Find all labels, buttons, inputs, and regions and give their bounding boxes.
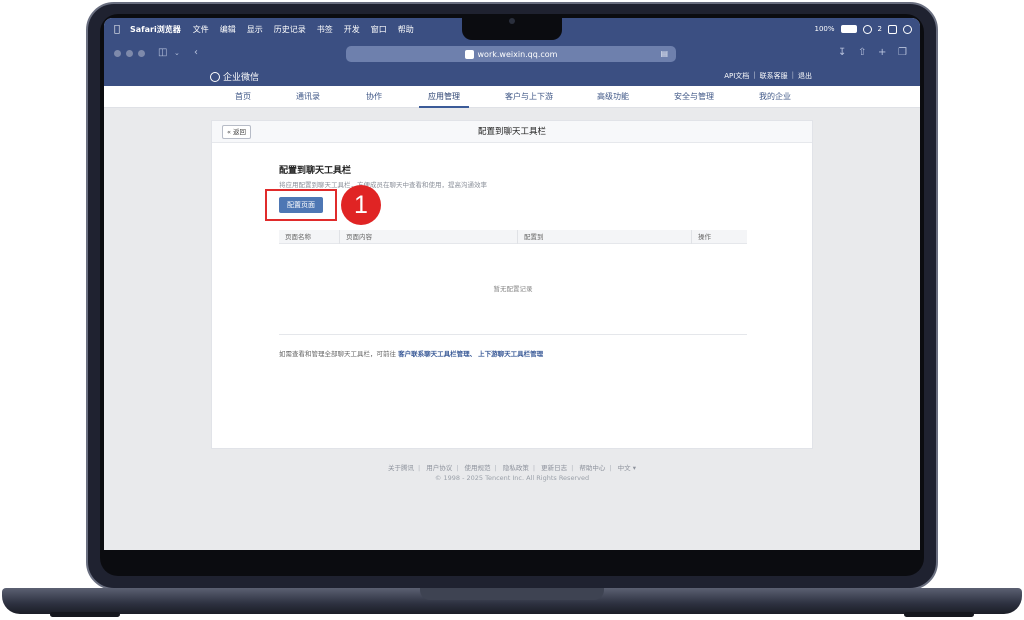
download-icon[interactable]: ↧: [838, 48, 848, 58]
close-window-icon[interactable]: [114, 50, 121, 57]
link-separator: |: [753, 71, 756, 79]
footer-separator: |: [532, 464, 536, 472]
window-controls: [114, 50, 145, 57]
zoom-window-icon[interactable]: [138, 50, 145, 57]
site-favicon-icon: [464, 49, 474, 59]
note-text: 如需查看和管理全部聊天工具栏，可前往: [279, 350, 396, 358]
sidebar-icon[interactable]: ◫: [158, 48, 168, 58]
column-configured-to: 配置到: [517, 230, 544, 244]
footer-separator: |: [609, 464, 612, 472]
battery-percent: 100%: [814, 25, 835, 33]
menu-view[interactable]: 显示: [247, 24, 263, 35]
wecom-logo[interactable]: 企业微信: [210, 70, 259, 83]
minimize-window-icon[interactable]: [126, 50, 133, 57]
configure-page-button[interactable]: 配置页面: [279, 197, 323, 213]
table-header: 页面名称 页面内容 配置到 操作: [279, 230, 747, 244]
upstream-toolbar-link[interactable]: 上下游聊天工具栏管理: [478, 350, 543, 358]
footer-terms[interactable]: 用户协议: [426, 464, 452, 472]
column-actions: 操作: [691, 230, 711, 244]
menu-bookmarks[interactable]: 书签: [317, 24, 333, 35]
safari-toolbar: ◫ ⌄ ‹ work.weixin.qq.com ▤ ↧ ⇧ + ❐: [104, 40, 920, 68]
back-button[interactable]: « 返回: [222, 125, 252, 139]
column-page-content: 页面内容: [339, 230, 372, 244]
status-area: 100% 2: [815, 18, 912, 40]
footer-separator: |: [494, 464, 497, 472]
column-page-name: 页面名称: [285, 233, 311, 241]
footer-language[interactable]: 中文 ▾: [618, 464, 636, 472]
nav-collaboration[interactable]: 协作: [366, 86, 382, 108]
address-bar[interactable]: work.weixin.qq.com ▤: [346, 46, 676, 62]
link-separator: |: [791, 71, 794, 79]
apple-icon[interactable]: : [114, 24, 120, 35]
laptop-foot-right: [904, 612, 974, 617]
nav-advanced[interactable]: 高级功能: [597, 86, 629, 108]
share-icon[interactable]: ⇧: [858, 48, 868, 58]
table-divider: [279, 334, 747, 335]
copyright: © 1998 - 2025 Tencent Inc. All Rights Re…: [434, 474, 590, 482]
contact-support-link[interactable]: 联系客服: [760, 71, 788, 81]
footer-about[interactable]: 关于腾讯: [388, 464, 414, 472]
tab-overview-icon[interactable]: ❐: [898, 48, 908, 58]
menu-file[interactable]: 文件: [193, 24, 209, 35]
battery-icon[interactable]: [840, 25, 857, 33]
wechat-count: 2: [877, 25, 882, 33]
new-tab-icon[interactable]: +: [878, 48, 888, 58]
back-arrow-icon[interactable]: ‹: [194, 48, 204, 58]
api-docs-link[interactable]: API文档: [724, 71, 749, 81]
menu-window[interactable]: 窗口: [371, 24, 387, 35]
menu-help[interactable]: 帮助: [398, 24, 414, 35]
footer-separator: |: [417, 464, 421, 472]
header-links: API文档 | 联系客服 | 退出: [724, 71, 812, 81]
nav-my-enterprise[interactable]: 我的企业: [759, 86, 791, 108]
footer-usage-rules[interactable]: 使用规范: [465, 464, 491, 472]
management-note: 如需查看和管理全部聊天工具栏，可前往 客户联系聊天工具栏管理、 上下游聊天工具栏…: [279, 348, 543, 358]
footer-help[interactable]: 帮助中心: [579, 464, 605, 472]
wechat-icon[interactable]: [862, 24, 872, 34]
screen:  Safari浏览器 文件 编辑 显示 历史记录 书签 开发 窗口 帮助 10…: [104, 18, 920, 550]
card-header: 配置到聊天工具栏 « 返回: [212, 121, 812, 143]
footer-separator: |: [571, 464, 574, 472]
section-description: 将应用配置到聊天工具栏，方便成员在聊天中查看和使用，提高沟通效率: [279, 181, 487, 189]
laptop-base-notch: [420, 588, 604, 600]
section-title: 配置到聊天工具栏: [279, 166, 352, 176]
empty-state: 暂无配置记录: [493, 285, 533, 293]
footer-privacy[interactable]: 隐私政策: [503, 464, 529, 472]
wecom-logo-text: 企业微信: [223, 73, 260, 83]
logout-link[interactable]: 退出: [798, 71, 812, 81]
menu-history[interactable]: 历史记录: [274, 24, 306, 35]
note-separator: 、: [469, 350, 477, 358]
control-center-icon[interactable]: [888, 24, 897, 34]
wecom-header: 企业微信 API文档 | 联系客服 | 退出: [104, 68, 920, 86]
nav-app-management[interactable]: 应用管理: [419, 86, 469, 108]
wecom-logo-icon: [210, 71, 220, 82]
card-title: 配置到聊天工具栏: [477, 127, 546, 137]
customer-toolbar-link[interactable]: 客户联系聊天工具栏管理: [398, 350, 470, 358]
clock-icon[interactable]: [903, 24, 912, 34]
config-card: 配置到聊天工具栏 « 返回 配置到聊天工具栏 将应用配置到聊天工具栏，方便成员在…: [211, 120, 813, 449]
menu-develop[interactable]: 开发: [344, 24, 360, 35]
app-menu-safari[interactable]: Safari浏览器: [130, 24, 181, 35]
laptop-foot-left: [50, 612, 120, 617]
footer-separator: |: [456, 464, 459, 472]
nav-home[interactable]: 首页: [235, 86, 251, 108]
menu-edit[interactable]: 编辑: [220, 24, 236, 35]
footer-changelog[interactable]: 更新日志: [541, 464, 567, 472]
reader-icon[interactable]: ▤: [660, 49, 668, 58]
stage:  Safari浏览器 文件 编辑 显示 历史记录 书签 开发 窗口 帮助 10…: [0, 0, 1024, 620]
camera-icon: [509, 18, 515, 24]
step-badge: 1: [341, 185, 381, 225]
chevron-down-icon[interactable]: ⌄: [174, 48, 184, 58]
footer-links: 关于腾讯 | 用户协议 | 使用规范 | 隐私政策 | 更新日志 | 帮助中心 | 中文 ▾: [104, 462, 920, 472]
address-url: work.weixin.qq.com: [477, 49, 558, 59]
nav-security[interactable]: 安全与管理: [674, 86, 714, 108]
nav-contacts[interactable]: 通讯录: [296, 86, 320, 108]
main-nav: 首页 通讯录 协作 应用管理 客户与上下游 高级功能 安全与管理 我的企业: [104, 86, 920, 108]
nav-customers[interactable]: 客户与上下游: [505, 86, 553, 108]
